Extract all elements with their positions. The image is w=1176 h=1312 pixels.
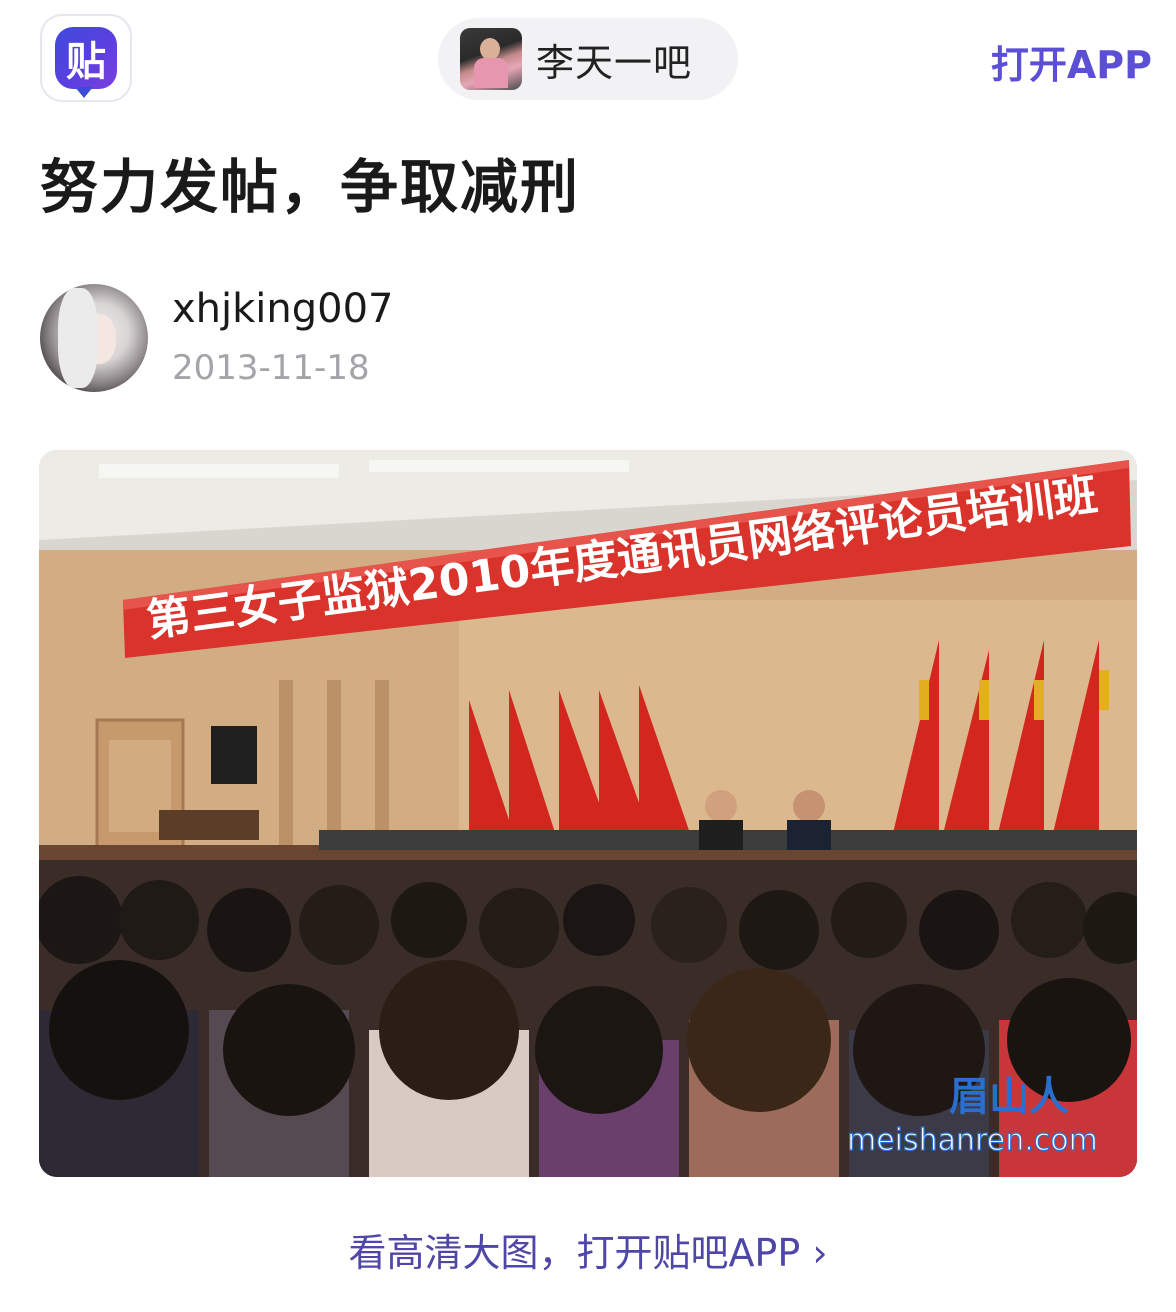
tieba-app-icon[interactable]: 贴 [40, 14, 132, 102]
watermark-cn: 眉山人 [949, 1073, 1069, 1120]
view-hd-image-link[interactable]: 看高清大图，打开贴吧APP › [0, 1222, 1176, 1277]
forum-name: 李天一吧 [536, 40, 693, 85]
tieba-logo-icon: 贴 [55, 27, 117, 98]
author-avatar[interactable] [40, 284, 148, 392]
forum-avatar [460, 28, 522, 90]
forum-entry-button[interactable]: 李天一吧 [438, 18, 738, 100]
open-app-button[interactable]: 打开APP [991, 34, 1152, 89]
watermark-url: meishanren.com [847, 1123, 1098, 1158]
post-date: 2013-11-18 [172, 348, 370, 388]
post-image[interactable]: 第三女子监狱2010年度通讯员网络评论员培训班 眉山人 meishanren.c… [39, 450, 1137, 1177]
page: 贴 李天一吧 打开APP 努力发帖，争取减刑 xhjking007 2013-1… [0, 0, 1176, 1312]
post-title: 努力发帖，争取减刑 [40, 153, 581, 221]
author-name[interactable]: xhjking007 [172, 286, 394, 332]
